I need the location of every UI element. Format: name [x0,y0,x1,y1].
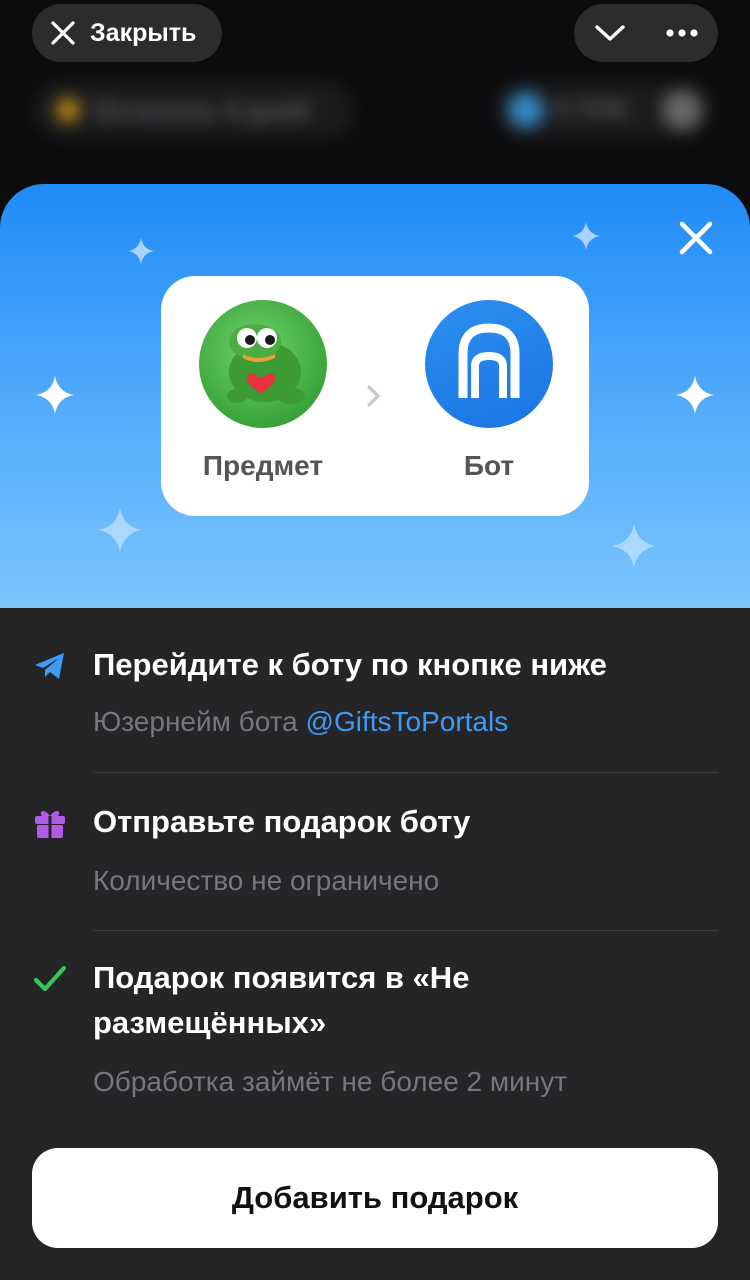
mini-app-header: Закрыть [0,0,750,72]
background-timer-chip: Осталось 5 дней [34,82,354,138]
background-balance-text: 0 TON [556,96,627,123]
step-gift-appears: Подарок появится в «Не размещённых» Обра… [0,931,750,1102]
step-subtitle: Обработка займёт не более 2 минут [93,1066,568,1097]
instruction-steps: Перейдите к боту по кнопке ниже Юзернейм… [0,608,750,1102]
gift-icon [35,811,65,838]
background-timer-text: Осталось 5 дней [94,94,310,125]
bot-label: Бот [463,450,515,481]
close-icon[interactable] [676,218,716,258]
sparkle-icon [676,376,714,414]
step-title: Отправьте подарок боту [93,804,471,839]
bot-username-prefix: Юзернейм бота [93,706,306,737]
add-gift-sheet: Предмет Бот Перейдите к боту по кнопке н… [0,184,750,1280]
check-icon [33,965,67,992]
item-label: Предмет [202,450,324,481]
more-dots-icon[interactable] [665,28,699,38]
ton-icon [508,92,544,128]
sparkle-icon [128,238,154,264]
bot-avatar [425,300,553,428]
sparkle-icon [612,524,656,568]
close-app-button[interactable]: Закрыть [32,4,222,62]
step-title: Перейдите к боту по кнопке ниже [93,647,607,682]
frog-gift-icon [227,324,305,404]
close-icon [51,21,75,45]
transfer-flow-card: Предмет Бот [161,276,589,516]
step-send-gift: Отправьте подарок боту Количество не огр… [0,773,750,930]
sparkle-icon [572,222,600,250]
sparkle-icon [98,508,142,552]
sheet-hero: Предмет Бот [0,184,750,608]
step-open-bot: Перейдите к боту по кнопке ниже Юзернейм… [0,608,750,772]
step-subtitle: Количество не ограничено [93,865,440,896]
chevron-right-icon [367,385,380,407]
timer-icon [56,98,80,122]
bot-username-link[interactable]: @GiftsToPortals [306,706,509,737]
header-actions [574,4,718,62]
add-gift-button[interactable]: Добавить подарок [32,1148,718,1248]
add-balance-icon [662,90,702,130]
gift-item-avatar [199,300,327,428]
step-subtitle: Юзернейм бота @GiftsToPortals [93,702,750,742]
chevron-down-icon[interactable] [593,22,627,44]
portals-logo-icon [458,323,520,398]
background-content: Осталось 5 дней 0 TON [0,72,750,192]
sparkle-icon [36,376,74,414]
telegram-plane-icon [35,653,64,679]
background-balance-chip: 0 TON [496,82,710,138]
step-title: Подарок появится в «Не размещённых» [93,960,470,1040]
close-app-label: Закрыть [90,18,197,47]
